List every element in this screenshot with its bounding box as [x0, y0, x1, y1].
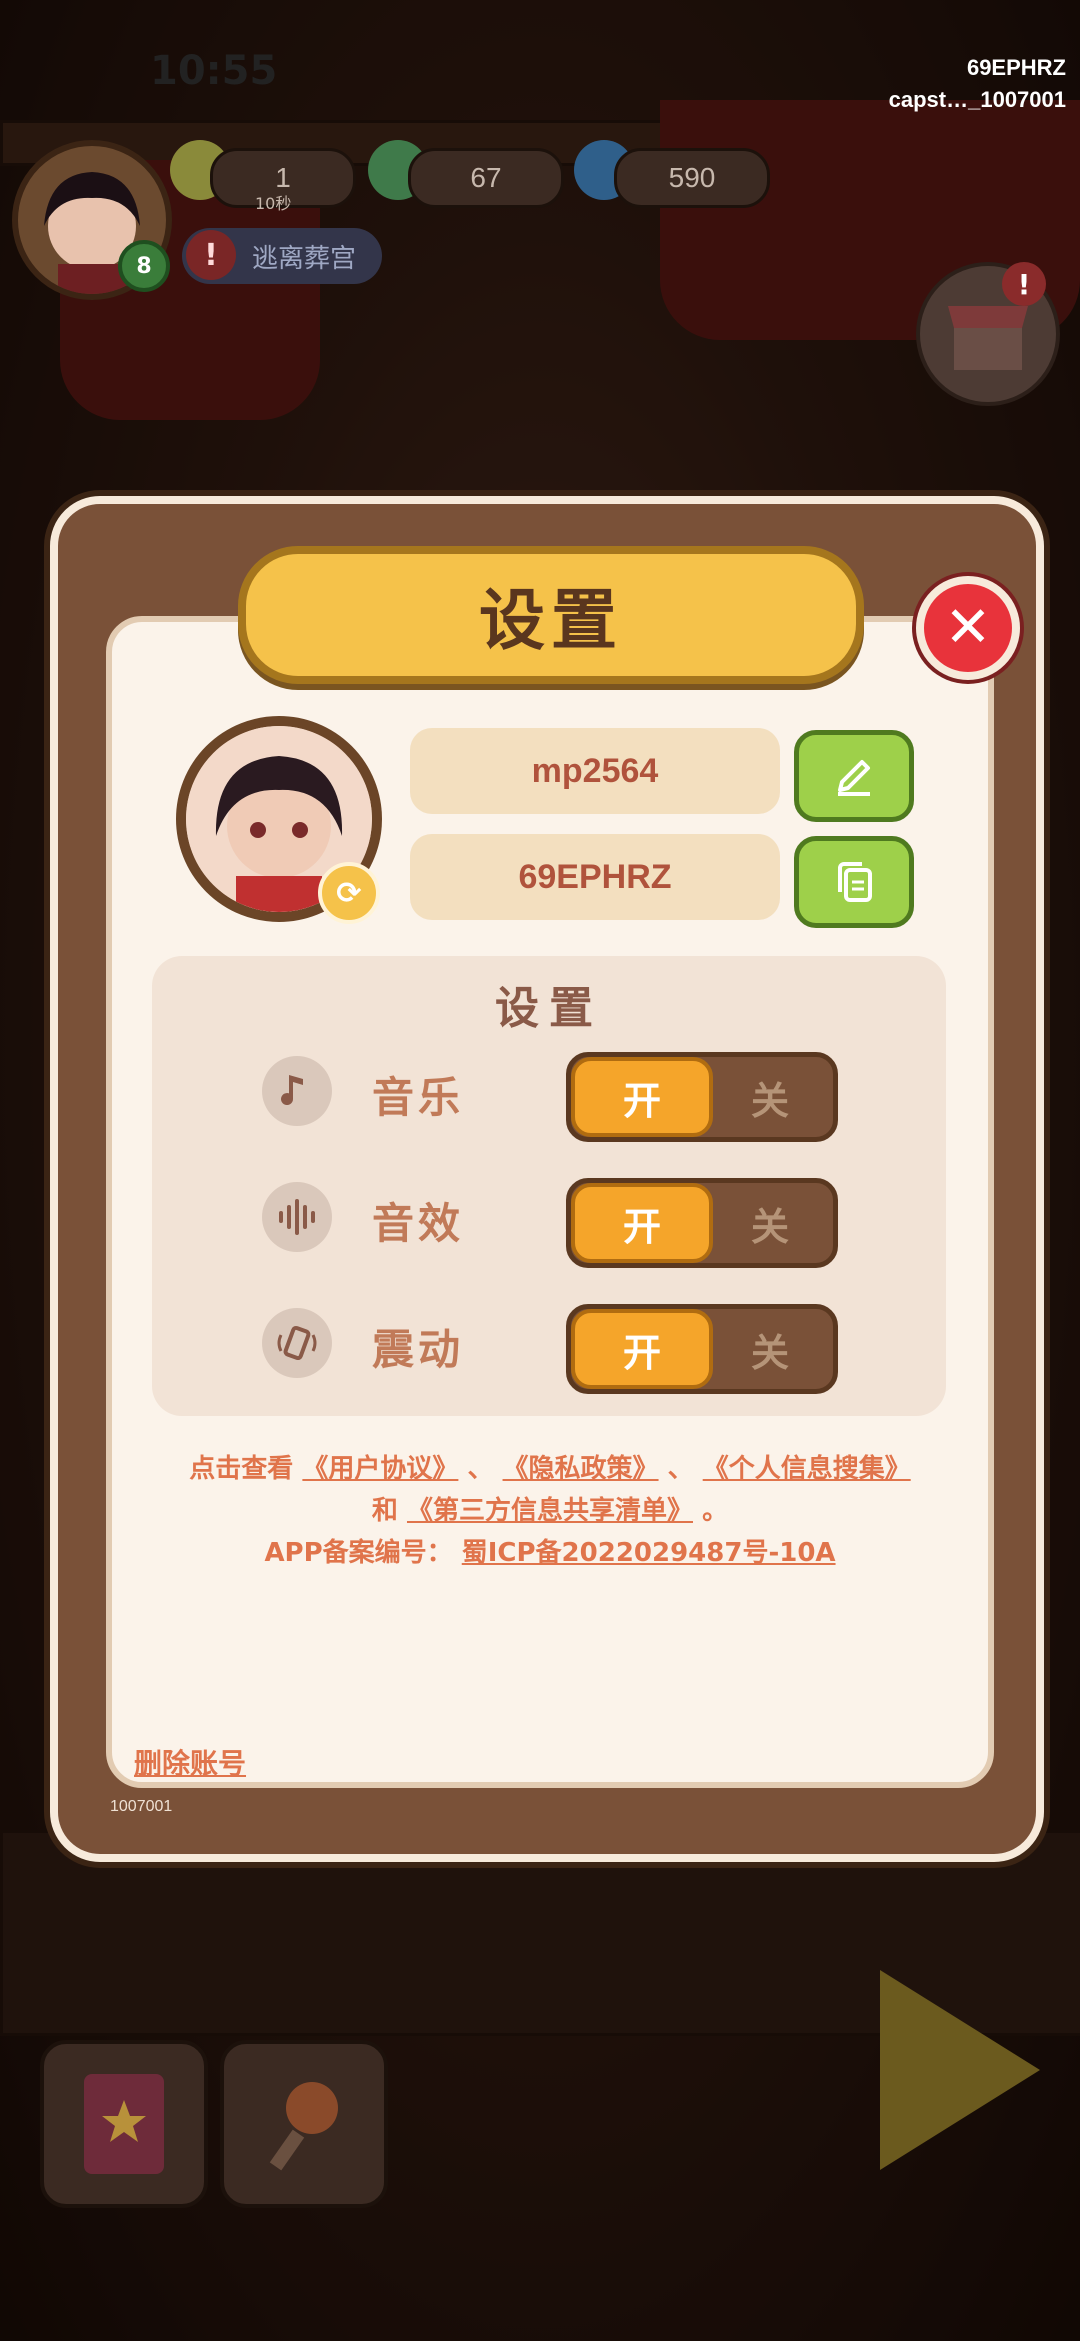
sound-effect-label: 音效: [372, 1199, 465, 1248]
copy-icon: [838, 862, 872, 902]
icp-line: APP备案编号： 蜀ICP备2022029487号-10A: [112, 1532, 988, 1569]
third-party-sharing-link[interactable]: 《第三方信息共享清单》: [407, 1496, 693, 1526]
vibration-label: 震动: [372, 1325, 465, 1374]
legal-prefix: 点击查看: [189, 1454, 294, 1484]
book-icon: [84, 2074, 164, 2174]
delete-account-link[interactable]: 删除账号: [134, 1742, 246, 1782]
legal-line-2: 和 《第三方信息共享清单》 。: [112, 1490, 988, 1527]
legal-separator: 、: [667, 1454, 694, 1484]
energy-timer: 10秒: [255, 194, 292, 213]
legal-and: 和: [371, 1496, 398, 1526]
vibration-off-option[interactable]: 关: [725, 1309, 815, 1389]
copy-id-button[interactable]: [794, 836, 914, 928]
music-toggle[interactable]: 开 关: [566, 1052, 838, 1142]
sound-effect-icon: [262, 1182, 332, 1252]
vibration-icon: [262, 1308, 332, 1378]
music-icon: [262, 1056, 332, 1126]
music-on-option[interactable]: 开: [571, 1057, 713, 1137]
debug-line-1: 69EPHRZ: [966, 55, 1066, 80]
pin-button[interactable]: [220, 2040, 388, 2208]
swap-avatar-icon[interactable]: ⟳: [318, 862, 380, 924]
vibration-toggle[interactable]: 开 关: [566, 1304, 838, 1394]
sound-effect-on-option[interactable]: 开: [571, 1183, 713, 1263]
version-label: 1007001: [110, 1798, 173, 1815]
close-icon[interactable]: ✕: [916, 576, 1020, 680]
pencil-icon: [838, 760, 870, 796]
user-agreement-link[interactable]: 《用户协议》: [302, 1454, 458, 1484]
player-level-badge: 8: [118, 240, 170, 292]
status-debug-info: 69EPHRZ capst…_1007001: [889, 52, 1066, 116]
dialog-content: ⟳ mp2564 69EPHRZ 设置 音乐 开 关 音效 开 关 震动 开 关…: [106, 616, 994, 1788]
icp-label: APP备案编号：: [264, 1538, 453, 1568]
status-time: 10:55: [150, 48, 278, 94]
edit-name-button[interactable]: [794, 730, 914, 822]
quest-alert-icon: !: [186, 230, 236, 280]
privacy-policy-link[interactable]: 《隐私政策》: [503, 1454, 659, 1484]
legal-separator: 、: [467, 1454, 494, 1484]
shop-alert-badge: !: [1002, 262, 1046, 306]
settings-dialog: ⟳ mp2564 69EPHRZ 设置 音乐 开 关 音效 开 关 震动 开 关…: [50, 496, 1044, 1862]
fire-counter[interactable]: 590: [614, 148, 770, 208]
sound-effect-toggle[interactable]: 开 关: [566, 1178, 838, 1268]
panel-title: 设置: [495, 983, 603, 1034]
pushpin-icon: [269, 2082, 338, 2171]
music-label: 音乐: [372, 1073, 465, 1122]
vibration-on-option[interactable]: 开: [571, 1309, 713, 1389]
user-id-field: 69EPHRZ: [410, 834, 780, 920]
sound-effect-off-option[interactable]: 关: [725, 1183, 815, 1263]
icp-number-link[interactable]: 蜀ICP备2022029487号-10A: [462, 1538, 836, 1568]
dialog-title: 设置: [238, 546, 864, 684]
coin-counter[interactable]: 67: [408, 148, 564, 208]
personal-info-link[interactable]: 《个人信息搜集》: [703, 1454, 911, 1484]
book-button[interactable]: [40, 2040, 208, 2208]
username-field: mp2564: [410, 728, 780, 814]
sound-settings-panel: 设置 音乐 开 关 音效 开 关 震动 开 关: [152, 956, 946, 1416]
legal-end: 。: [702, 1496, 729, 1526]
music-off-option[interactable]: 关: [725, 1057, 815, 1137]
debug-line-2: capst…_1007001: [888, 87, 1066, 112]
legal-line-1: 点击查看 《用户协议》 、 《隐私政策》 、 《个人信息搜集》: [112, 1448, 988, 1485]
